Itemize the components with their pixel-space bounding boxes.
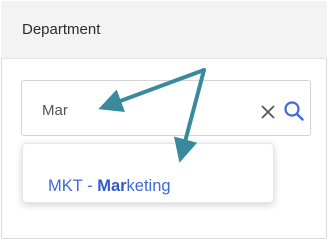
search-icon[interactable] (283, 100, 305, 122)
option-rest: keting (126, 177, 171, 195)
field-label: Department (22, 21, 101, 38)
suggestion-dropdown: MKT - Marketing (22, 143, 274, 203)
search-input[interactable] (42, 100, 242, 120)
option-prefix: MKT - (48, 177, 98, 195)
dropdown-option[interactable]: MKT - Marketing (48, 177, 171, 196)
panel-header: Department (1, 1, 327, 59)
option-match-highlight: Mar (97, 177, 127, 195)
close-icon[interactable] (259, 103, 277, 121)
